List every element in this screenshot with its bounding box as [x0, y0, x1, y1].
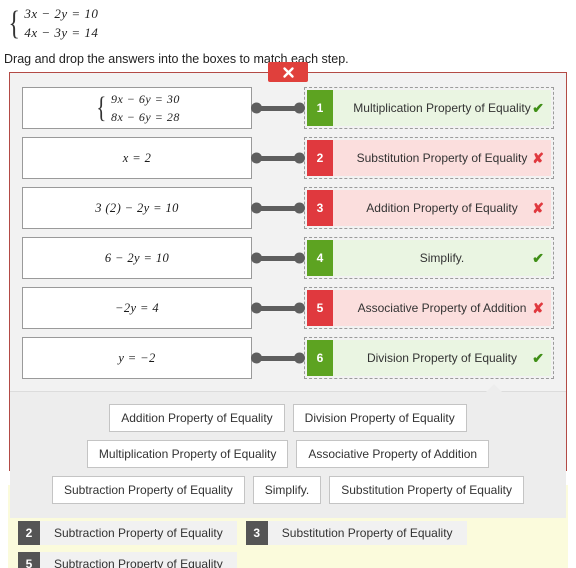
chip-label: Addition Property of Equality ✘ [333, 190, 551, 226]
answer-chip[interactable]: 4 Simplify. ✔ [307, 240, 551, 276]
match-row: 3 (2) − 2y = 10 3 Addition Property of E… [22, 187, 554, 229]
answer-chip[interactable]: 6 Division Property of Equality ✔ [307, 340, 551, 376]
match-row: { 9x − 6y = 30 8x − 6y = 28 1 Multiplica… [22, 87, 554, 129]
cross-icon: ✘ [532, 150, 544, 166]
chip-badge: 6 [307, 340, 333, 376]
activity-panel: { 9x − 6y = 30 8x − 6y = 28 1 Multiplica… [9, 62, 567, 518]
correct-answer-label: Substitution Property of Equality [267, 521, 467, 545]
chip-badge: 1 [307, 90, 333, 126]
problem-statement: { 3x − 2y = 10 4x − 3y = 14 [0, 0, 576, 41]
correct-answer-chip: 5 Subtraction Property of Equality [18, 552, 237, 568]
match-row: y = −2 6 Division Property of Equality ✔ [22, 337, 554, 379]
step-box: { 9x − 6y = 30 8x − 6y = 28 [22, 87, 252, 129]
chip-label: Multiplication Property of Equality ✔ [333, 90, 551, 126]
match-row: x = 2 2 Substitution Property of Equalit… [22, 137, 554, 179]
correct-answers-row: 5 Subtraction Property of Equality [18, 552, 558, 568]
correct-answer-chip: 3 Substitution Property of Equality [245, 521, 467, 545]
connector [252, 87, 304, 129]
check-icon: ✔ [532, 350, 544, 366]
drop-zone[interactable]: 2 Substitution Property of Equality ✘ [304, 137, 554, 179]
close-button[interactable] [268, 62, 308, 82]
draggable-option[interactable]: Division Property of Equality [292, 404, 467, 432]
match-list: { 9x − 6y = 30 8x − 6y = 28 1 Multiplica… [10, 73, 566, 379]
connector [252, 137, 304, 179]
drop-zone[interactable]: 3 Addition Property of Equality ✘ [304, 187, 554, 229]
chip-badge: 4 [307, 240, 333, 276]
drop-zone[interactable]: 4 Simplify. ✔ [304, 237, 554, 279]
draggable-option[interactable]: Substitution Property of Equality [329, 476, 524, 504]
step-box: 3 (2) − 2y = 10 [22, 187, 252, 229]
equation-line: 3x − 2y = 10 [24, 6, 99, 21]
correct-answers-row: 2 Subtraction Property of Equality 3 Sub… [18, 521, 558, 545]
cross-icon: ✘ [532, 200, 544, 216]
chip-text: Multiplication Property of Equality [353, 101, 531, 115]
step-box: x = 2 [22, 137, 252, 179]
step-box: 6 − 2y = 10 [22, 237, 252, 279]
connector [252, 237, 304, 279]
answer-chip[interactable]: 5 Associative Property of Addition ✘ [307, 290, 551, 326]
cross-icon: ✘ [532, 300, 544, 316]
step-box: −2y = 4 [22, 287, 252, 329]
chip-text: Division Property of Equality [366, 351, 518, 365]
step-equation-line: 8x − 6y = 28 [110, 109, 180, 124]
draggable-option[interactable]: Addition Property of Equality [109, 404, 285, 432]
chip-label: Associative Property of Addition ✘ [333, 290, 551, 326]
answer-bank-row: Subtraction Property of Equality Simplif… [20, 476, 556, 504]
close-icon [282, 66, 294, 78]
correct-answer-badge: 3 [245, 521, 268, 545]
step-equation-line: 9x − 6y = 30 [110, 91, 180, 106]
answer-chip[interactable]: 1 Multiplication Property of Equality ✔ [307, 90, 551, 126]
correct-answer-label: Subtraction Property of Equality [40, 521, 237, 545]
chip-badge: 5 [307, 290, 333, 326]
check-icon: ✔ [532, 100, 544, 116]
answer-bank-row: Addition Property of Equality Division P… [20, 404, 556, 432]
chip-label: Substitution Property of Equality ✘ [333, 140, 551, 176]
equation-line: 4x − 3y = 14 [24, 25, 99, 40]
drop-zone[interactable]: 1 Multiplication Property of Equality ✔ [304, 87, 554, 129]
correct-answer-badge: 2 [18, 521, 40, 545]
connector [252, 187, 304, 229]
check-icon: ✔ [532, 250, 544, 266]
correct-answer-badge: 5 [18, 552, 40, 568]
correct-answer-chip: 2 Subtraction Property of Equality [18, 521, 237, 545]
system-of-equations: { 3x − 2y = 10 4x − 3y = 14 [6, 6, 98, 41]
answer-bank: Addition Property of Equality Division P… [10, 384, 566, 518]
chip-badge: 3 [307, 190, 333, 226]
bank-pointer [485, 384, 503, 393]
draggable-option[interactable]: Multiplication Property of Equality [86, 440, 289, 468]
connector [252, 287, 304, 329]
drop-zone[interactable]: 5 Associative Property of Addition ✘ [304, 287, 554, 329]
correct-answer-label: Subtraction Property of Equality [40, 552, 237, 568]
chip-badge: 2 [307, 140, 333, 176]
chip-label: Simplify. ✔ [333, 240, 551, 276]
draggable-option[interactable]: Associative Property of Addition [296, 440, 490, 468]
drop-zone[interactable]: 6 Division Property of Equality ✔ [304, 337, 554, 379]
step-system: { 9x − 6y = 30 8x − 6y = 28 [94, 92, 180, 125]
chip-label: Division Property of Equality ✔ [333, 340, 551, 376]
chip-text: Addition Property of Equality [366, 201, 518, 215]
chip-text: Substitution Property of Equality [356, 151, 528, 165]
brace-glyph: { [8, 4, 20, 42]
draggable-option[interactable]: Simplify. [252, 476, 322, 504]
chip-text: Simplify. [419, 251, 465, 265]
draggable-option[interactable]: Subtraction Property of Equality [52, 476, 245, 504]
brace-glyph: { [96, 91, 107, 124]
match-row: −2y = 4 5 Associative Property of Additi… [22, 287, 554, 329]
match-row: 6 − 2y = 10 4 Simplify. ✔ [22, 237, 554, 279]
answer-chip[interactable]: 2 Substitution Property of Equality ✘ [307, 140, 551, 176]
step-box: y = −2 [22, 337, 252, 379]
answer-chip[interactable]: 3 Addition Property of Equality ✘ [307, 190, 551, 226]
connector [252, 337, 304, 379]
answer-bank-row: Multiplication Property of Equality Asso… [20, 440, 556, 468]
chip-text: Associative Property of Addition [357, 301, 527, 315]
